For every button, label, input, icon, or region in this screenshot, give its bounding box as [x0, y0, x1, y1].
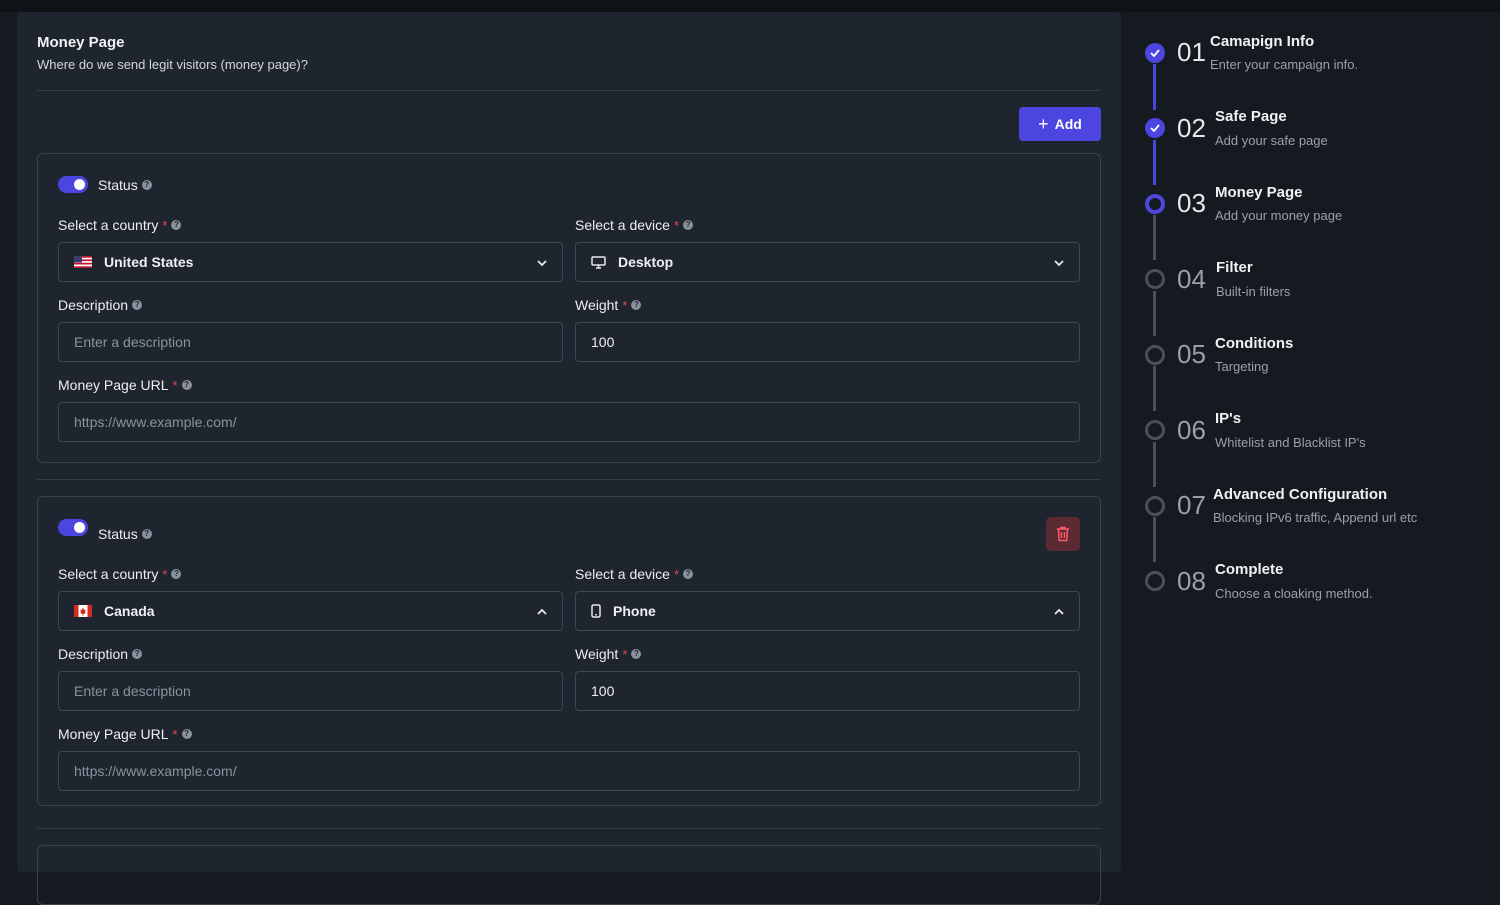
- url-label: Money Page URL *?: [58, 726, 192, 742]
- help-icon: ?: [683, 569, 694, 579]
- help-icon: ?: [141, 180, 152, 190]
- status-toggle[interactable]: [58, 176, 88, 193]
- help-icon: ?: [181, 380, 192, 390]
- country-select[interactable]: United States: [58, 242, 563, 282]
- description-label: Description?: [58, 646, 143, 662]
- help-icon: ?: [141, 529, 152, 539]
- chevron-up-icon: [1054, 608, 1064, 615]
- canada-flag-icon: [74, 605, 92, 617]
- divider: [37, 90, 1101, 91]
- status-label: Status?: [98, 526, 152, 542]
- step-title: Money Page: [1215, 184, 1303, 201]
- step-description: Built-in filters: [1216, 284, 1291, 299]
- phone-icon: [591, 604, 601, 618]
- us-flag-icon: [74, 256, 92, 268]
- help-icon: ?: [181, 729, 192, 739]
- money-page-entry-2: Status? Select a country *? Canada Select…: [37, 496, 1101, 806]
- step-number: 03: [1177, 188, 1206, 218]
- current-step-icon: [1145, 194, 1165, 214]
- money-page-panel: Money Page Where do we send legit visito…: [17, 12, 1121, 905]
- plus-icon: +: [1038, 114, 1049, 134]
- step-description: Enter your campaign info.: [1210, 57, 1359, 72]
- add-button-label: Add: [1054, 116, 1082, 132]
- help-icon: ?: [171, 220, 182, 230]
- country-select[interactable]: Canada: [58, 591, 563, 631]
- step-description: Targeting: [1215, 359, 1269, 374]
- step-description: Whitelist and Blacklist IP's: [1215, 435, 1366, 450]
- pending-step-icon: [1145, 496, 1165, 516]
- weight-input[interactable]: 100: [575, 671, 1080, 711]
- step-title: Camapign Info: [1210, 33, 1315, 50]
- device-label: Select a device *?: [575, 566, 694, 582]
- step-description: Add your money page: [1215, 208, 1343, 223]
- money-page-url-input[interactable]: https://www.example.com/: [58, 402, 1080, 442]
- step-connector: [1153, 215, 1156, 260]
- status-toggle[interactable]: [58, 519, 88, 536]
- chevron-down-icon: [537, 260, 547, 267]
- step-number: 08: [1177, 566, 1206, 596]
- step-description: Blocking IPv6 traffic, Append url etc: [1213, 510, 1418, 525]
- description-input[interactable]: Enter a description: [58, 671, 563, 711]
- help-icon: ?: [132, 300, 143, 310]
- weight-label: Weight *?: [575, 646, 642, 662]
- divider: [37, 828, 1101, 829]
- step-number: 06: [1177, 415, 1206, 445]
- step-number: 05: [1177, 339, 1206, 369]
- page-title: Money Page: [37, 34, 125, 51]
- device-select[interactable]: Desktop: [575, 242, 1080, 282]
- step-number: 04: [1177, 264, 1206, 294]
- step-title: Conditions: [1215, 335, 1294, 352]
- delete-button[interactable]: [1046, 517, 1080, 551]
- step-number: 07: [1177, 490, 1206, 520]
- step-connector: [1153, 64, 1156, 110]
- pending-step-icon: [1145, 345, 1165, 365]
- step-title: Filter: [1216, 259, 1253, 276]
- step-number: 01: [1177, 37, 1206, 67]
- step-number: 02: [1177, 113, 1206, 143]
- device-label: Select a device *?: [575, 217, 694, 233]
- add-button[interactable]: + Add: [1019, 107, 1101, 141]
- step-connector: [1153, 140, 1156, 185]
- divider: [37, 479, 1101, 480]
- help-icon: ?: [132, 649, 143, 659]
- step-description: Add your safe page: [1215, 133, 1328, 148]
- weight-label: Weight *?: [575, 297, 642, 313]
- description-input[interactable]: Enter a description: [58, 322, 563, 362]
- money-page-entry-3: [37, 845, 1101, 905]
- step-title: Complete: [1215, 561, 1284, 578]
- step-connector: [1153, 442, 1156, 487]
- help-icon: ?: [631, 649, 642, 659]
- step-title: Advanced Configuration: [1213, 486, 1388, 503]
- help-icon: ?: [631, 300, 642, 310]
- pending-step-icon: [1145, 420, 1165, 440]
- device-select[interactable]: Phone: [575, 591, 1080, 631]
- top-strip: [0, 0, 1500, 12]
- trash-icon: [1057, 526, 1069, 542]
- step-description: Choose a cloaking method.: [1215, 586, 1373, 601]
- step-title: Safe Page: [1215, 108, 1287, 125]
- desktop-icon: [591, 255, 606, 269]
- page-subtitle: Where do we send legit visitors (money p…: [37, 57, 308, 72]
- country-label: Select a country *?: [58, 566, 182, 582]
- description-label: Description?: [58, 297, 143, 313]
- check-icon: [1145, 118, 1165, 138]
- step-title: IP's: [1215, 410, 1242, 427]
- country-label: Select a country *?: [58, 217, 182, 233]
- step-connector: [1153, 517, 1156, 562]
- weight-input[interactable]: 100: [575, 322, 1080, 362]
- wizard-stepper: 01 Camapign Info Enter your campaign inf…: [1121, 12, 1500, 850]
- chevron-down-icon: [1054, 260, 1064, 267]
- step-connector: [1153, 291, 1156, 336]
- pending-step-icon: [1145, 269, 1165, 289]
- pending-step-icon: [1145, 571, 1165, 591]
- step-connector: [1153, 366, 1156, 411]
- chevron-up-icon: [537, 608, 547, 615]
- status-label: Status?: [98, 177, 152, 193]
- money-page-entry-1: Status? Select a country *? United States…: [37, 153, 1101, 463]
- url-label: Money Page URL *?: [58, 377, 192, 393]
- check-icon: [1145, 43, 1165, 63]
- money-page-url-input[interactable]: https://www.example.com/: [58, 751, 1080, 791]
- help-icon: ?: [171, 569, 182, 579]
- help-icon: ?: [683, 220, 694, 230]
